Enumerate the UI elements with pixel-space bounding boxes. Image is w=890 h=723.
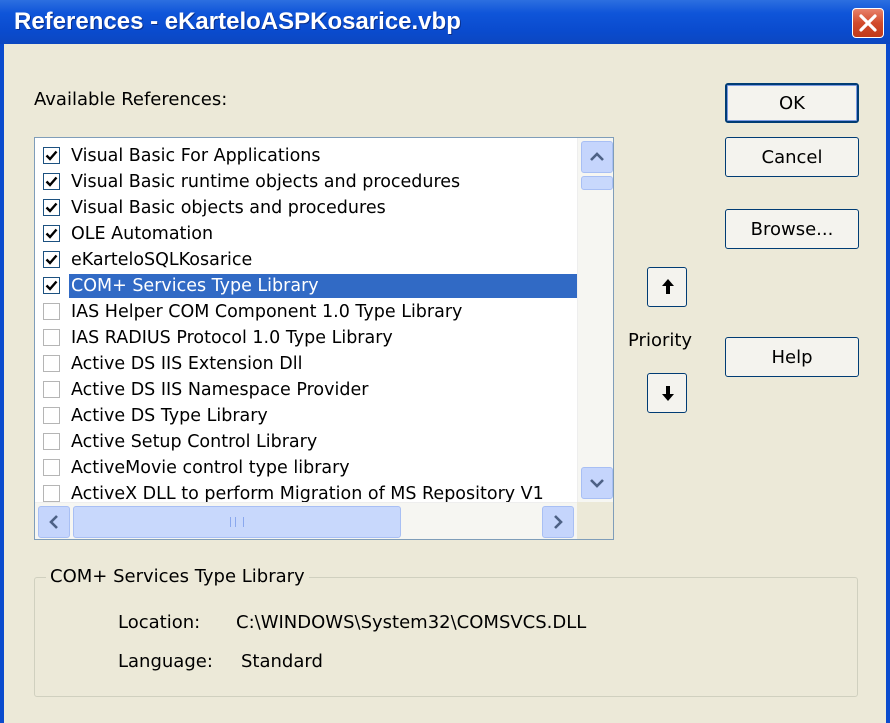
reference-row[interactable]: Visual Basic runtime objects and procedu… xyxy=(43,169,573,195)
reference-checkbox[interactable] xyxy=(43,485,60,502)
priority-down-button[interactable] xyxy=(647,373,687,413)
reference-checkbox[interactable] xyxy=(43,251,60,268)
close-button[interactable] xyxy=(852,8,884,38)
reference-checkbox[interactable] xyxy=(43,225,60,242)
scroll-left-button[interactable] xyxy=(38,506,70,538)
reference-row[interactable]: Visual Basic objects and procedures xyxy=(43,195,573,221)
scrollbar-corner xyxy=(577,502,613,539)
reference-label: IAS Helper COM Component 1.0 Type Librar… xyxy=(71,302,463,322)
reference-row[interactable]: IAS Helper COM Component 1.0 Type Librar… xyxy=(43,299,573,325)
reference-label: ActiveMovie control type library xyxy=(71,458,350,478)
reference-checkbox[interactable] xyxy=(43,459,60,476)
reference-checkbox[interactable] xyxy=(43,381,60,398)
vertical-scrollbar[interactable] xyxy=(577,138,613,502)
reference-row[interactable]: Active DS IIS Extension Dll xyxy=(43,351,573,377)
help-button[interactable]: Help xyxy=(725,337,859,377)
reference-label: OLE Automation xyxy=(71,224,214,244)
chevron-down-icon xyxy=(590,479,604,488)
reference-checkbox[interactable] xyxy=(43,355,60,372)
checkmark-icon xyxy=(45,254,58,265)
reference-row[interactable]: Visual Basic For Applications xyxy=(43,143,573,169)
reference-row[interactable]: Active DS IIS Namespace Provider xyxy=(43,377,573,403)
checkmark-icon xyxy=(45,280,58,291)
scroll-right-button[interactable] xyxy=(542,506,574,538)
reference-checkbox[interactable] xyxy=(43,147,60,164)
reference-row[interactable]: OLE Automation xyxy=(43,221,573,247)
details-group xyxy=(34,577,858,697)
reference-label: COM+ Services Type Library xyxy=(68,273,584,299)
chevron-up-icon xyxy=(590,152,604,161)
location-value: C:\WINDOWS\System32\COMSVCS.DLL xyxy=(236,612,587,633)
priority-label: Priority xyxy=(628,330,693,351)
checkmark-icon xyxy=(45,150,58,161)
arrow-down-icon xyxy=(662,386,674,401)
reference-label: Active Setup Control Library xyxy=(71,432,318,452)
window-frame-right xyxy=(886,44,890,723)
language-value: Standard xyxy=(241,651,323,672)
reference-row[interactable]: COM+ Services Type Library xyxy=(43,273,584,299)
reference-checkbox[interactable] xyxy=(43,173,60,190)
checkmark-icon xyxy=(45,228,58,239)
reference-row[interactable]: eKarteloSQLKosarice xyxy=(43,247,573,273)
priority-up-button[interactable] xyxy=(647,267,687,307)
thumb-grip-line xyxy=(235,517,236,527)
thumb-grip-icon xyxy=(230,517,244,527)
reference-label: IAS RADIUS Protocol 1.0 Type Library xyxy=(71,328,393,348)
reference-label: Visual Basic objects and procedures xyxy=(71,198,386,218)
scroll-down-button[interactable] xyxy=(581,467,613,499)
window-frame-left xyxy=(0,44,4,723)
checkmark-icon xyxy=(45,202,58,213)
reference-checkbox[interactable] xyxy=(43,277,60,294)
arrow-up-icon xyxy=(662,279,674,294)
title-bar[interactable]: References - eKarteloASPKosarice.vbp xyxy=(0,0,890,44)
reference-checkbox[interactable] xyxy=(43,303,60,320)
checkmark-icon xyxy=(45,176,58,187)
reference-row[interactable]: IAS RADIUS Protocol 1.0 Type Library xyxy=(43,325,573,351)
cancel-button[interactable]: Cancel xyxy=(725,137,859,177)
browse-button[interactable]: Browse... xyxy=(725,209,859,249)
reference-label: Visual Basic For Applications xyxy=(71,146,321,166)
references-list[interactable]: Visual Basic For Applications Visual Basi… xyxy=(34,137,614,540)
horizontal-scroll-thumb[interactable] xyxy=(73,506,401,538)
reference-label: Active DS IIS Namespace Provider xyxy=(71,380,369,400)
vertical-scroll-thumb[interactable] xyxy=(581,176,613,190)
language-label: Language: xyxy=(118,651,213,672)
reference-checkbox[interactable] xyxy=(43,407,60,424)
reference-label: eKarteloSQLKosarice xyxy=(71,250,253,270)
reference-row[interactable]: ActiveMovie control type library xyxy=(43,455,573,481)
details-group-title: COM+ Services Type Library xyxy=(46,566,309,587)
window-title: References - eKarteloASPKosarice.vbp xyxy=(14,8,461,35)
reference-checkbox[interactable] xyxy=(43,433,60,450)
chevron-left-icon xyxy=(49,515,58,529)
location-label: Location: xyxy=(118,612,201,633)
reference-label: Active DS IIS Extension Dll xyxy=(71,354,303,374)
scroll-up-button[interactable] xyxy=(581,141,613,173)
chevron-right-icon xyxy=(554,515,563,529)
horizontal-scrollbar[interactable] xyxy=(35,502,577,539)
reference-label: Active DS Type Library xyxy=(71,406,268,426)
ok-button[interactable]: OK xyxy=(725,83,859,123)
close-icon xyxy=(859,14,877,32)
reference-checkbox[interactable] xyxy=(43,329,60,346)
reference-row[interactable]: Active DS Type Library xyxy=(43,403,573,429)
reference-checkbox[interactable] xyxy=(43,199,60,216)
reference-label: Visual Basic runtime objects and procedu… xyxy=(71,172,461,192)
reference-row[interactable]: Active Setup Control Library xyxy=(43,429,573,455)
available-references-label: Available References: xyxy=(34,89,228,110)
